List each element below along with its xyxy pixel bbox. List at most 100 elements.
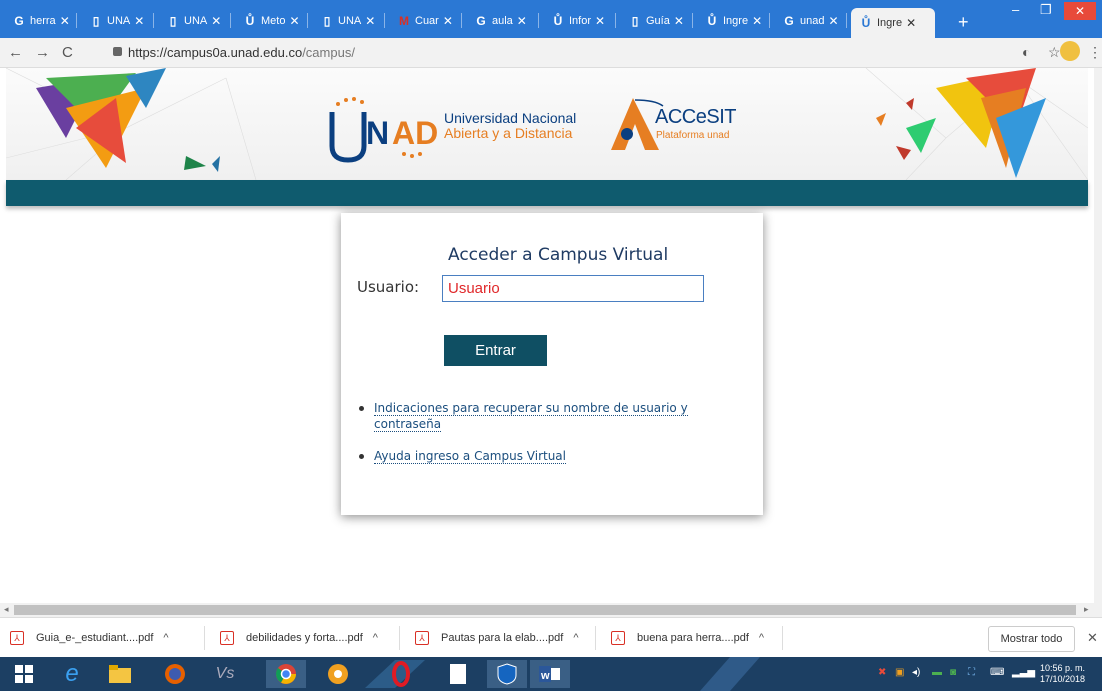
- firefox-icon[interactable]: [155, 660, 195, 688]
- flag-tray-icon[interactable]: ▣: [895, 667, 904, 678]
- word-icon[interactable]: w: [530, 660, 570, 688]
- tab-close-icon[interactable]: ✕: [674, 14, 684, 28]
- battery-tray-icon[interactable]: ▬: [932, 667, 942, 678]
- menu-icon[interactable]: ⋮: [1088, 44, 1102, 61]
- chrome-icon[interactable]: [266, 660, 306, 688]
- help-links: Indicaciones para recuperar su nombre de…: [357, 400, 737, 480]
- system-clock[interactable]: 10:56 p. m. 17/10/2018: [1040, 663, 1085, 685]
- language-tray-icon[interactable]: ⌨: [990, 667, 1004, 678]
- scroll-left-arrow-icon[interactable]: ◂: [4, 604, 9, 615]
- tab-separator: [384, 13, 385, 28]
- pdf-icon: ⅄: [220, 631, 234, 645]
- settings-app-icon[interactable]: [318, 660, 358, 688]
- tab-close-icon[interactable]: ✕: [595, 14, 605, 28]
- unad-logo: N AD: [324, 94, 444, 169]
- tab-close-icon[interactable]: ✕: [443, 14, 453, 28]
- vertical-scrollbar[interactable]: [1094, 68, 1102, 603]
- tab-label: aula: [492, 14, 513, 27]
- google-icon: G: [476, 13, 486, 28]
- download-filename: debilidades y forta....pdf: [246, 632, 363, 644]
- tab-close-icon[interactable]: ✕: [289, 14, 299, 28]
- browser-tab[interactable]: Gunad ✕: [774, 9, 847, 32]
- minimize-button[interactable]: –: [1012, 2, 1019, 17]
- tab-close-icon[interactable]: ✕: [365, 14, 375, 28]
- browser-tab[interactable]: Gaula ✕: [466, 9, 539, 32]
- notepad-icon[interactable]: [438, 660, 478, 688]
- tab-separator: [846, 13, 847, 28]
- download-item[interactable]: ⅄ debilidades y forta....pdf ^: [220, 628, 378, 648]
- accesit-title: ACCeSIT: [655, 106, 736, 128]
- chevron-up-icon[interactable]: ^: [759, 632, 764, 644]
- accesit-subtitle: Plataforma unad: [656, 130, 730, 141]
- window-close-button[interactable]: ✕: [1064, 2, 1096, 20]
- mcafee-icon[interactable]: [487, 660, 527, 688]
- university-name: Universidad Nacional Abierta y a Distanc…: [444, 111, 576, 141]
- tab-separator: [538, 13, 539, 28]
- antivirus-tray-icon[interactable]: ✖: [878, 667, 886, 678]
- tab-close-icon[interactable]: ✕: [752, 14, 762, 28]
- browser-tab[interactable]: ▯ UNA ✕: [312, 9, 385, 32]
- username-input[interactable]: [442, 275, 704, 302]
- forward-button[interactable]: →: [35, 44, 50, 61]
- windows-start-icon[interactable]: [4, 660, 44, 688]
- close-downloads-icon[interactable]: ✕: [1087, 630, 1098, 646]
- login-button[interactable]: Entrar: [444, 335, 547, 366]
- browser-tab[interactable]: Ů Meto ✕: [235, 9, 308, 32]
- windows-taskbar: e Vs w ✖ ▣ ◂) ▬ ◙ ⛶ ⌨ ▂▃▅ 10:56 p. m. 17…: [0, 657, 1102, 691]
- tab-close-icon[interactable]: ✕: [828, 14, 838, 28]
- url-field[interactable]: https://campus0a.unad.edu.co/campus/: [128, 45, 355, 60]
- profile-avatar[interactable]: [1060, 41, 1080, 61]
- browser-tab[interactable]: Ů Ingre ✕: [851, 8, 935, 38]
- tab-label: UNA: [338, 14, 362, 27]
- restore-button[interactable]: ❐: [1040, 2, 1052, 18]
- opera-icon[interactable]: [365, 660, 425, 688]
- chevron-up-icon[interactable]: ^: [573, 632, 578, 644]
- university-name-line1: Universidad Nacional: [444, 110, 577, 126]
- browser-tab[interactable]: Ů Infor ✕: [543, 9, 616, 32]
- file-explorer-icon[interactable]: [100, 660, 140, 688]
- scrollbar-thumb[interactable]: [14, 605, 1076, 615]
- google-icon: G: [784, 13, 794, 28]
- tab-close-icon[interactable]: ✕: [211, 14, 221, 28]
- chevron-up-icon[interactable]: ^: [373, 632, 378, 644]
- browser-tab[interactable]: M Cuar ✕: [389, 9, 462, 32]
- browser-tab[interactable]: ▯ Guía ✕: [620, 9, 693, 32]
- scroll-right-arrow-icon[interactable]: ▸: [1084, 604, 1089, 615]
- internet-explorer-icon[interactable]: e: [52, 660, 92, 688]
- browser-tab[interactable]: ▯ UNA ✕: [158, 9, 231, 32]
- browser-tab[interactable]: Gherra ✕: [4, 9, 77, 32]
- pdf-icon: ⅄: [10, 631, 24, 645]
- back-button[interactable]: ←: [8, 44, 23, 61]
- lock-icon: [113, 47, 122, 56]
- recover-username-link[interactable]: Indicaciones para recuperar su nombre de…: [374, 401, 688, 432]
- tab-close-icon[interactable]: ✕: [134, 14, 144, 28]
- login-title: Acceder a Campus Virtual: [448, 245, 669, 265]
- campus-help-link[interactable]: Ayuda ingreso a Campus Virtual: [374, 449, 566, 464]
- browser-tab[interactable]: ▯ UNA ✕: [81, 9, 154, 32]
- clock-time: 10:56 p. m.: [1040, 663, 1086, 673]
- header-band: [6, 180, 1088, 206]
- show-all-downloads-button[interactable]: Mostrar todo: [988, 626, 1075, 652]
- download-item[interactable]: ⅄ buena para herra....pdf ^: [611, 628, 764, 648]
- tab-close-icon[interactable]: ✕: [906, 16, 916, 30]
- volume-icon[interactable]: ◂): [912, 667, 920, 678]
- url-path: /campus/: [302, 45, 355, 60]
- bookmark-star-icon[interactable]: ☆: [1048, 44, 1061, 61]
- wifi-signal-icon[interactable]: ▂▃▅: [1012, 667, 1035, 678]
- tab-close-icon[interactable]: ✕: [517, 14, 527, 28]
- nvidia-tray-icon[interactable]: ◙: [950, 667, 956, 678]
- divider: [595, 626, 596, 650]
- reload-button[interactable]: C: [62, 44, 73, 61]
- browser-tab[interactable]: Ů Ingre ✕: [697, 9, 770, 32]
- tab-close-icon[interactable]: ✕: [60, 14, 70, 28]
- download-item[interactable]: ⅄ Pautas para la elab....pdf ^: [415, 628, 578, 648]
- network-share-tray-icon[interactable]: ⛶: [968, 667, 975, 678]
- chevron-up-icon[interactable]: ^: [163, 632, 168, 644]
- horizontal-scrollbar[interactable]: ◂ ▸: [0, 603, 1102, 617]
- page-content: N AD Universidad Nacional Abierta y a Di…: [0, 68, 1102, 603]
- tab-label: Guía: [646, 14, 670, 27]
- visual-studio-icon[interactable]: Vs: [205, 660, 245, 688]
- new-tab-button[interactable]: +: [958, 12, 969, 33]
- download-item[interactable]: ⅄ Guia_e-_estudiant....pdf ^: [10, 628, 169, 648]
- extension-icon[interactable]: ◐: [1022, 44, 1030, 60]
